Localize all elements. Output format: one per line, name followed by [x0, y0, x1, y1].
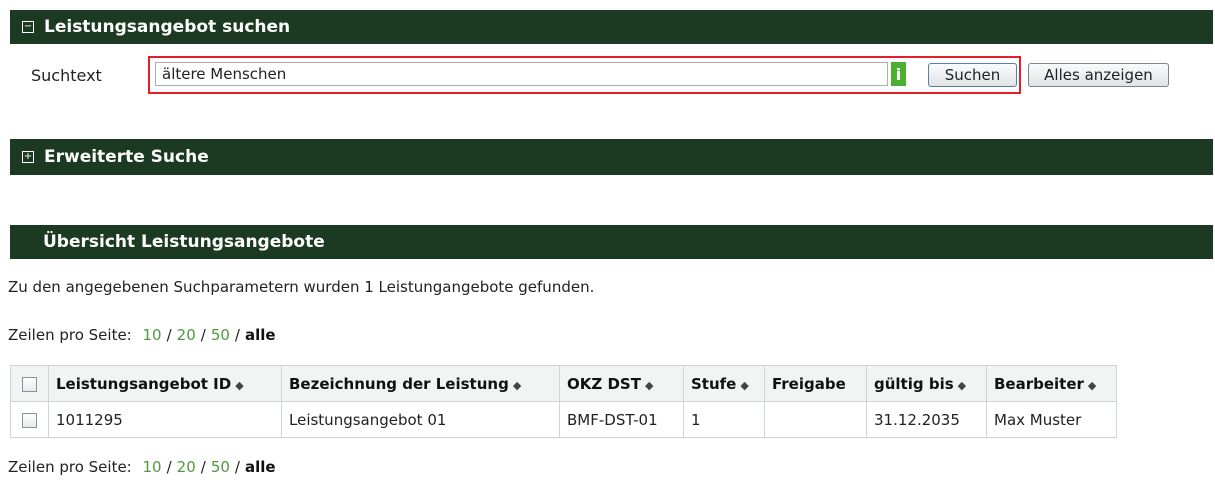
search-section-header[interactable]: − Leistungsangebot suchen [10, 10, 1213, 44]
search-input[interactable] [155, 62, 888, 86]
select-all-cell [10, 365, 49, 402]
rows-option-all[interactable]: alle [245, 326, 276, 344]
rows-option-20[interactable]: 20 [177, 458, 196, 476]
rows-option-50[interactable]: 50 [211, 326, 230, 344]
header-editor[interactable]: Bearbeiter ◆ [986, 365, 1117, 402]
results-info: Zu den angegebenen Suchparametern wurden… [8, 278, 595, 296]
sort-icon[interactable]: ◆ [513, 379, 521, 392]
rows-per-page-bottom: Zeilen pro Seite: 10/20/50/alle [8, 458, 276, 476]
sort-icon[interactable]: ◆ [645, 379, 653, 392]
header-valid-until[interactable]: gültig bis ◆ [866, 365, 987, 402]
info-icon[interactable]: i [891, 62, 906, 86]
show-all-button[interactable]: Alles anzeigen [1028, 63, 1169, 87]
header-stufe[interactable]: Stufe ◆ [683, 365, 765, 402]
cell-name-link[interactable]: Leistungsangebot 01 [281, 401, 560, 438]
search-label: Suchtext [31, 66, 102, 85]
cell-editor: Max Muster [986, 401, 1117, 438]
rows-option-10[interactable]: 10 [143, 326, 162, 344]
rows-option-20[interactable]: 20 [177, 326, 196, 344]
table-header-row: Leistungsangebot ID ◆ Bezeichnung der Lei… [10, 365, 1117, 402]
rows-option-10[interactable]: 10 [143, 458, 162, 476]
sort-icon[interactable]: ◆ [1088, 379, 1096, 392]
cell-id-link[interactable]: 1011295 [48, 401, 282, 438]
rows-per-page-label: Zeilen pro Seite: [8, 326, 132, 344]
sort-icon[interactable]: ◆ [740, 379, 748, 392]
header-id[interactable]: Leistungsangebot ID ◆ [48, 365, 282, 402]
rows-per-page-label: Zeilen pro Seite: [8, 458, 132, 476]
sort-icon[interactable]: ◆ [235, 379, 243, 392]
sort-icon[interactable]: ◆ [958, 379, 966, 392]
cell-okz: BMF-DST-01 [559, 401, 684, 438]
rows-option-all[interactable]: alle [245, 458, 276, 476]
collapse-icon[interactable]: − [22, 21, 34, 33]
header-okz[interactable]: OKZ DST ◆ [559, 365, 684, 402]
expand-icon[interactable]: + [22, 151, 34, 163]
header-name[interactable]: Bezeichnung der Leistung ◆ [281, 365, 560, 402]
row-checkbox[interactable] [22, 412, 37, 428]
advanced-search-header[interactable]: + Erweiterte Suche [10, 139, 1213, 175]
header-freigabe: Freigabe [764, 365, 867, 402]
select-all-checkbox[interactable] [22, 376, 37, 392]
table-row: 1011295 Leistungsangebot 01 BMF-DST-01 1… [10, 401, 1117, 438]
rows-per-page-top: Zeilen pro Seite: 10/20/50/alle [8, 326, 276, 344]
search-button[interactable]: Suchen [928, 63, 1017, 87]
cell-valid-until: 31.12.2035 [866, 401, 987, 438]
cell-freigabe [764, 401, 867, 438]
advanced-search-title: Erweiterte Suche [44, 147, 209, 167]
overview-header: Übersicht Leistungsangebote [10, 225, 1213, 259]
search-section-title: Leistungsangebot suchen [44, 17, 291, 37]
rows-option-50[interactable]: 50 [211, 458, 230, 476]
overview-title: Übersicht Leistungsangebote [43, 232, 325, 252]
results-table: Leistungsangebot ID ◆ Bezeichnung der Lei… [10, 365, 1117, 438]
cell-stufe: 1 [683, 401, 765, 438]
row-select-cell [10, 401, 49, 438]
